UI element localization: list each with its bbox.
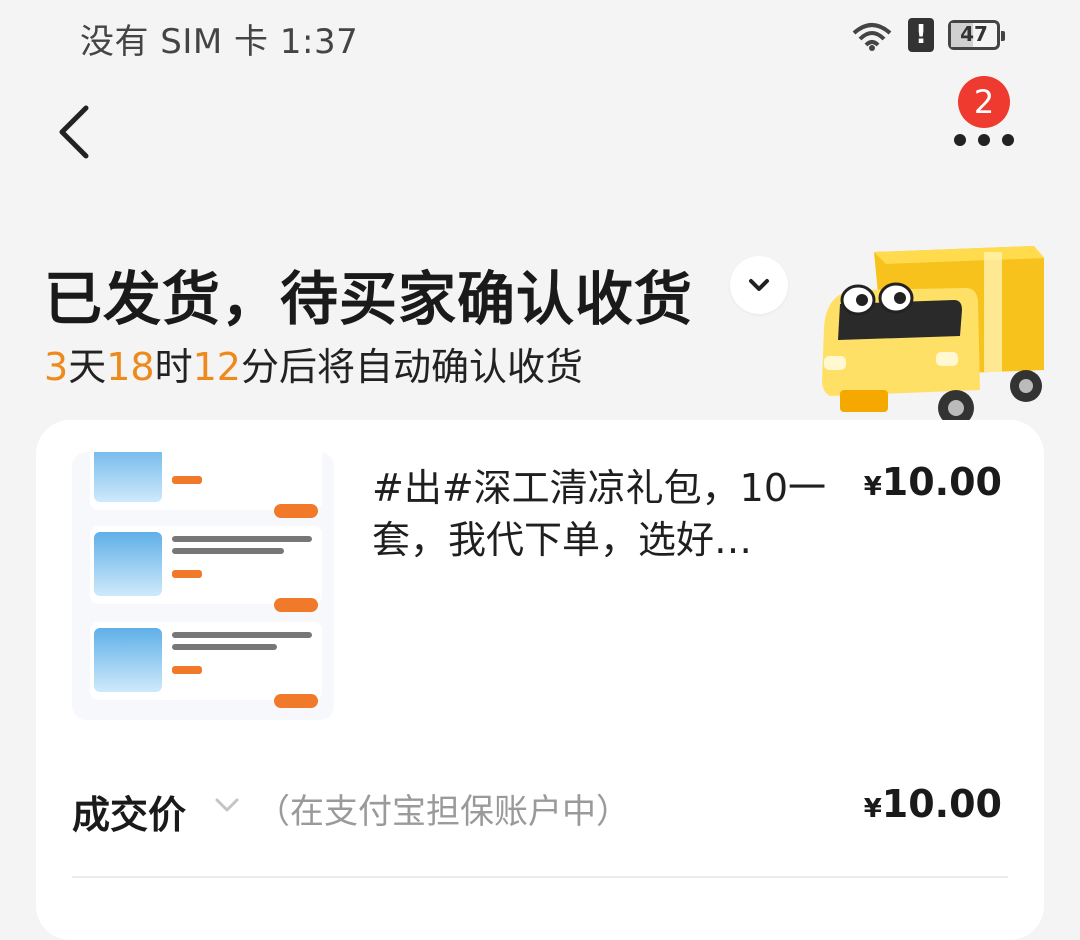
delivery-truck-illustration — [816, 240, 1056, 430]
back-button[interactable] — [48, 100, 108, 164]
status-icons: ! 47 — [850, 18, 1005, 52]
carrier-time: 没有 SIM 卡 1:37 — [80, 22, 359, 62]
product-title[interactable]: #出#深工清凉礼包，10一套，我代下单，选好… — [372, 462, 842, 566]
countdown-days-unit: 天 — [68, 345, 107, 389]
thumbnail-row — [90, 622, 322, 708]
thumbnail-row — [90, 526, 322, 612]
order-status-title: 已发货，待买家确认收货 — [44, 265, 694, 333]
currency-symbol: ¥ — [863, 794, 882, 824]
deal-price-value: 10.00 — [881, 782, 1002, 826]
divider — [72, 876, 1008, 878]
battery-icon: 47 — [948, 20, 1005, 50]
chevron-down-icon — [749, 279, 769, 291]
escrow-note: （在支付宝担保账户中） — [256, 792, 630, 832]
chevron-down-icon[interactable] — [212, 794, 242, 820]
wifi-icon — [850, 19, 894, 51]
deal-price-label[interactable]: 成交价 — [72, 784, 186, 839]
product-price: ¥10.00 — [864, 460, 1002, 504]
countdown-hours-unit: 时 — [154, 345, 193, 389]
product-price-value: 10.00 — [881, 460, 1002, 504]
more-dots-icon — [954, 134, 1014, 146]
currency-symbol: ¥ — [863, 472, 882, 502]
auto-confirm-countdown: 3天18时12分后将自动确认收货 — [44, 336, 583, 391]
status-expand-button[interactable] — [730, 256, 788, 314]
countdown-minutes-unit: 分后将自动确认收货 — [240, 345, 583, 389]
alert-icon: ! — [908, 18, 934, 52]
countdown-minutes: 12 — [192, 345, 241, 389]
product-thumbnail[interactable] — [72, 452, 334, 720]
countdown-days: 3 — [44, 345, 69, 389]
countdown-hours: 18 — [106, 345, 155, 389]
status-bar: 没有 SIM 卡 1:37 ! 47 — [0, 0, 1080, 80]
deal-price: ¥10.00 — [864, 782, 1002, 826]
chevron-left-icon — [59, 105, 89, 159]
battery-level: 47 — [960, 22, 988, 46]
thumbnail-row — [90, 452, 322, 518]
notification-badge: 2 — [958, 76, 1010, 128]
